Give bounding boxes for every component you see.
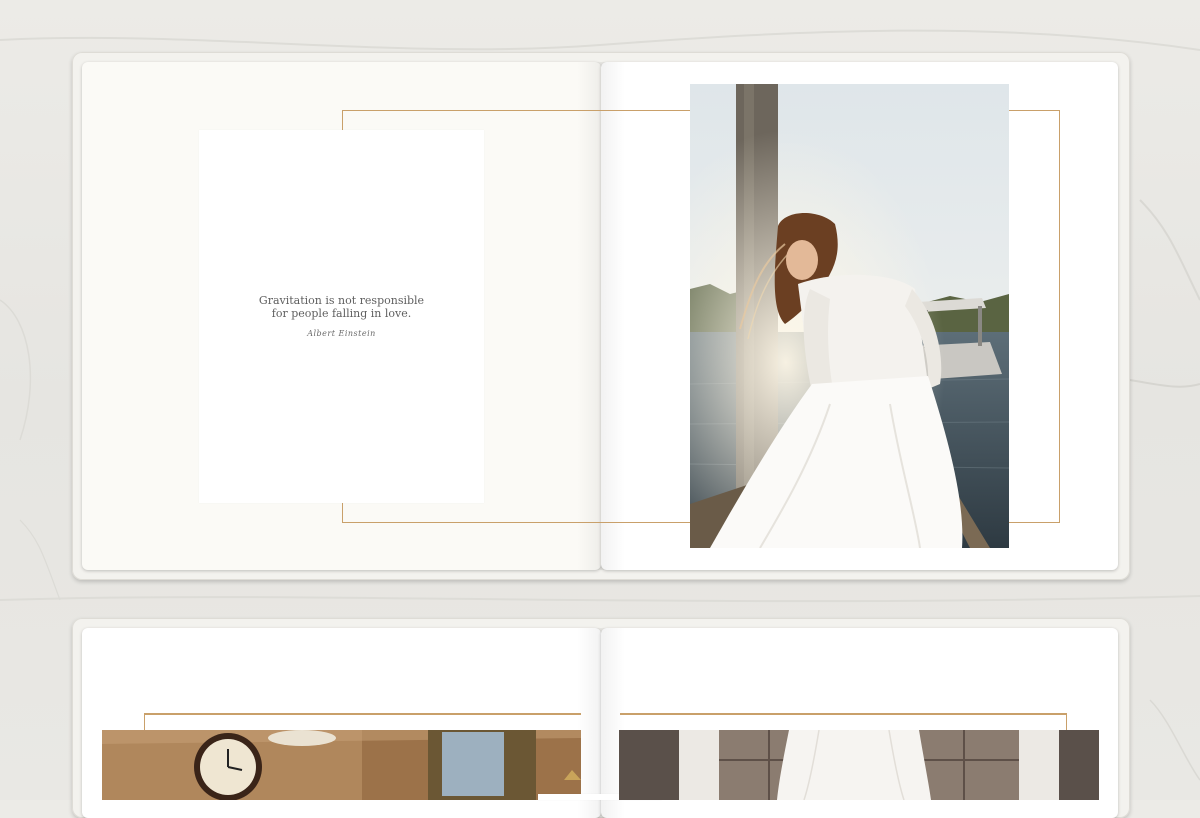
- quote-line-2: for people falling in love.: [271, 307, 412, 320]
- gold-frame-top-right: [620, 713, 1067, 715]
- bride-on-dock-photo-icon: [690, 84, 1009, 548]
- quote-card: Gravitation is not responsible for peopl…: [199, 130, 484, 503]
- quote-author-signature: Albert Einstein: [307, 329, 376, 338]
- quote-line-1: Gravitation is not responsible: [258, 294, 425, 307]
- hanging-wedding-dress-photo-icon: [619, 730, 1099, 800]
- wall-clock-room-photo-icon: [102, 730, 581, 800]
- gold-frame-top-left: [144, 713, 581, 715]
